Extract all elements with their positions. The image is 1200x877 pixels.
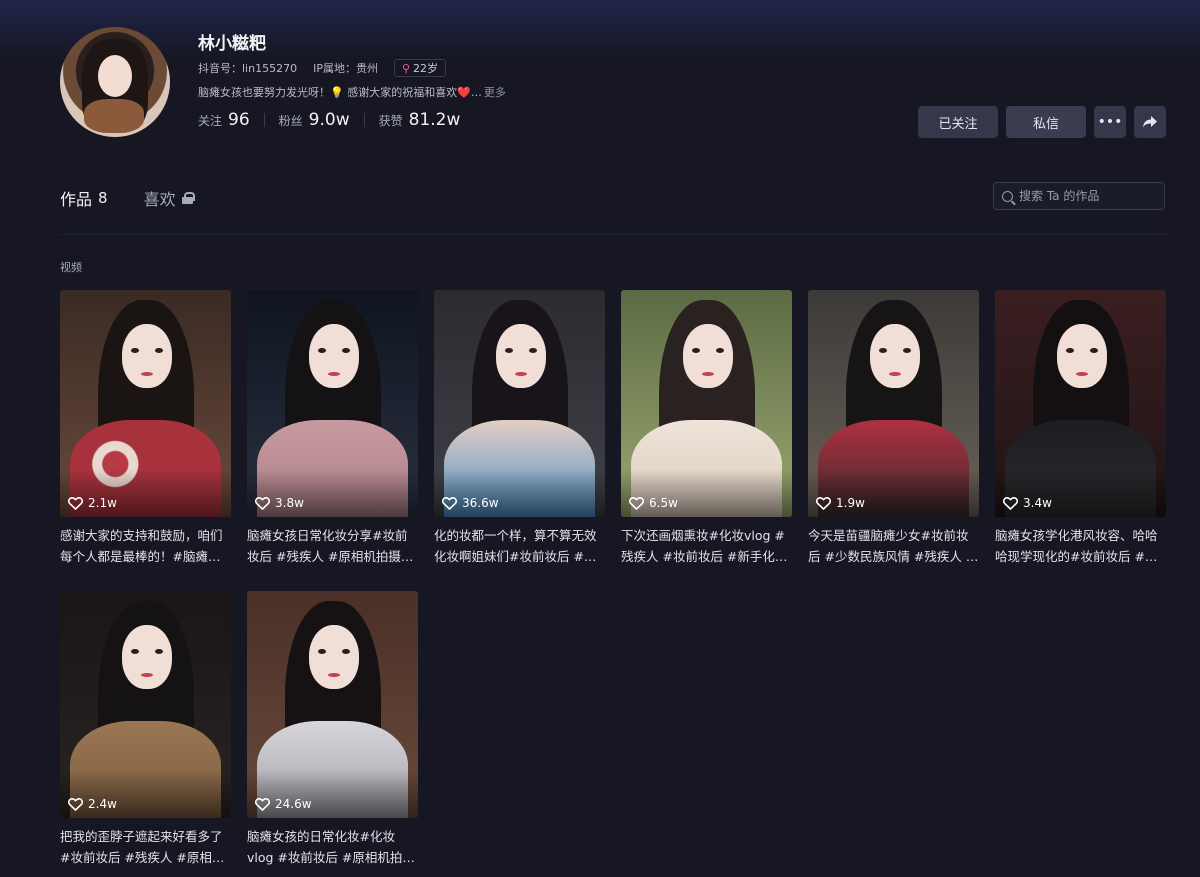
video-thumbnail[interactable]: 36.6w [434,290,605,517]
video-likes: 24.6w [255,797,312,811]
profile-bio: 脑瘫女孩也要努力发光呀！💡 感谢大家的祝福和喜欢❤️… 更多 [198,86,506,99]
heart-icon [629,496,644,510]
section-label: 视频 [60,261,82,274]
stat-fans[interactable]: 粉丝 9.0w [279,110,350,130]
video-thumbnail[interactable]: 24.6w [247,591,418,818]
heart-icon [255,496,270,510]
douyin-id: 抖音号：lin155270 [198,62,298,75]
video-likes: 3.4w [1003,496,1052,510]
video-card[interactable]: 3.4w 脑瘫女孩学化港风妆容、哈哈哈现学现化的#妆前妆后 #复… [995,290,1166,567]
video-card[interactable]: 1.9w 今天是苗疆脑瘫少女#妆前妆后 #少数民族风情 #残疾人 … [808,290,979,567]
heart-icon [68,797,83,811]
profile-tabs: 作品 8 喜欢 [60,186,195,210]
stat-likes[interactable]: 获赞 81.2w [379,110,461,130]
video-likes: 2.4w [68,797,117,811]
bio-more-link[interactable]: 更多 [484,86,506,99]
profile-stats: 关注 96 粉丝 9.0w 获赞 81.2w [198,110,460,130]
video-card[interactable]: 36.6w 化的妆都一个样，算不算无效化妆啊姐妹们#妆前妆后 #原… [434,290,605,567]
search-input[interactable] [1019,189,1159,203]
followed-button[interactable]: 已关注 [918,106,998,138]
share-button[interactable] [1134,106,1166,138]
video-thumbnail[interactable]: 3.8w [247,290,418,517]
lock-icon [181,192,195,204]
video-card[interactable]: 6.5w 下次还画烟熏妆#化妆vlog #残疾人 #妆前妆后 #新手化… [621,290,792,567]
profile-name: 林小糍粑 [198,34,266,54]
heart-icon [816,496,831,510]
video-likes: 36.6w [442,496,499,510]
video-likes: 3.8w [255,496,304,510]
tab-likes[interactable]: 喜欢 [144,186,195,210]
video-caption[interactable]: 把我的歪脖子遮起来好看多了#妆前妆后 #残疾人 #原相机… [60,826,231,868]
video-card[interactable]: 3.8w 脑瘫女孩日常化妆分享#妆前妆后 #残疾人 #原相机拍摄 #… [247,290,418,567]
video-likes: 2.1w [68,496,117,510]
heart-icon [1003,496,1018,510]
video-card[interactable]: 2.4w 把我的歪脖子遮起来好看多了#妆前妆后 #残疾人 #原相机… [60,591,231,868]
heart-icon [255,797,270,811]
more-button[interactable]: ••• [1094,106,1126,138]
profile-meta: 抖音号：lin155270 IP属地：贵州 ⚲ 22岁 [198,59,447,77]
tab-works[interactable]: 作品 8 [60,186,108,210]
video-card[interactable]: 24.6w 脑瘫女孩的日常化妆#化妆vlog #妆前妆后 #原相机拍… [247,591,418,868]
video-card[interactable]: 2.1w 感谢大家的支持和鼓励，咱们每个人都是最棒的！#脑瘫… [60,290,231,567]
female-icon: ⚲ [401,61,411,75]
search-box[interactable] [993,182,1165,210]
video-thumbnail[interactable]: 3.4w [995,290,1166,517]
video-likes: 6.5w [629,496,678,510]
search-icon [1002,190,1013,202]
video-caption[interactable]: 脑瘫女孩日常化妆分享#妆前妆后 #残疾人 #原相机拍摄 #… [247,525,418,567]
share-icon [1143,116,1157,128]
video-caption[interactable]: 下次还画烟熏妆#化妆vlog #残疾人 #妆前妆后 #新手化… [621,525,792,567]
message-button[interactable]: 私信 [1006,106,1086,138]
video-thumbnail[interactable]: 1.9w [808,290,979,517]
video-likes: 1.9w [816,496,865,510]
video-caption[interactable]: 脑瘫女孩的日常化妆#化妆vlog #妆前妆后 #原相机拍… [247,826,418,868]
avatar[interactable] [60,27,170,137]
profile-actions: 已关注 私信 ••• [918,106,1166,138]
video-caption[interactable]: 脑瘫女孩学化港风妆容、哈哈哈现学现化的#妆前妆后 #复… [995,525,1166,567]
video-thumbnail[interactable]: 2.1w [60,290,231,517]
video-caption[interactable]: 化的妆都一个样，算不算无效化妆啊姐妹们#妆前妆后 #原… [434,525,605,567]
age-badge: ⚲ 22岁 [393,59,447,77]
more-icon: ••• [1097,114,1123,130]
video-thumbnail[interactable]: 2.4w [60,591,231,818]
heart-icon [442,496,457,510]
video-caption[interactable]: 感谢大家的支持和鼓励，咱们每个人都是最棒的！#脑瘫… [60,525,231,567]
stat-following[interactable]: 关注 96 [198,110,250,130]
divider [60,234,1166,235]
profile-header: 林小糍粑 抖音号：lin155270 IP属地：贵州 ⚲ 22岁 脑瘫女孩也要努力… [60,26,1166,141]
ip-location: IP属地：贵州 [313,62,378,75]
video-caption[interactable]: 今天是苗疆脑瘫少女#妆前妆后 #少数民族风情 #残疾人 … [808,525,979,567]
heart-icon [68,496,83,510]
video-thumbnail[interactable]: 6.5w [621,290,792,517]
